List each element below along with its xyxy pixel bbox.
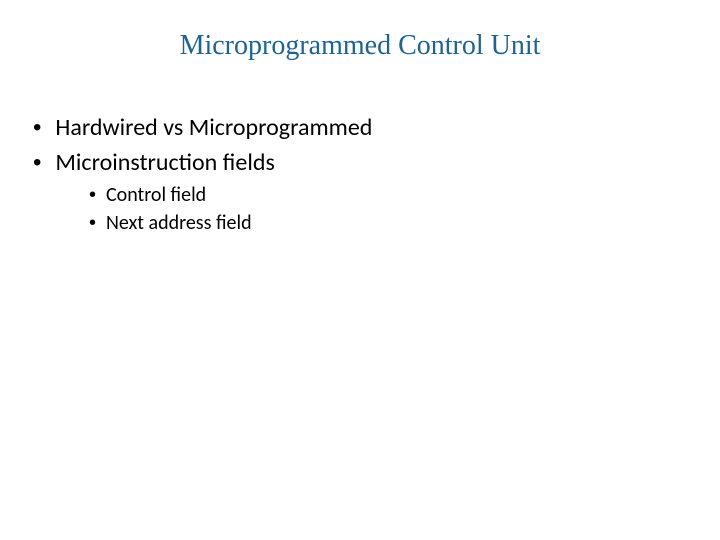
bullet-text: Next address field [106,210,252,236]
bullet-dot-icon: • [33,147,41,178]
bullet-level1: • Hardwired vs Microprogrammed [25,112,695,143]
bullet-text: Control field [106,182,206,208]
bullet-dot-icon: • [89,182,96,208]
bullet-text: Microinstruction fields [55,147,274,178]
bullet-text: Hardwired vs Microprogrammed [55,112,372,143]
slide-title: Microprogrammed Control Unit [25,30,695,62]
bullet-level2: • Control field [25,182,695,208]
bullet-level2: • Next address field [25,210,695,236]
bullet-dot-icon: • [33,112,41,143]
bullet-dot-icon: • [89,210,96,236]
bullet-level1: • Microinstruction fields [25,147,695,178]
